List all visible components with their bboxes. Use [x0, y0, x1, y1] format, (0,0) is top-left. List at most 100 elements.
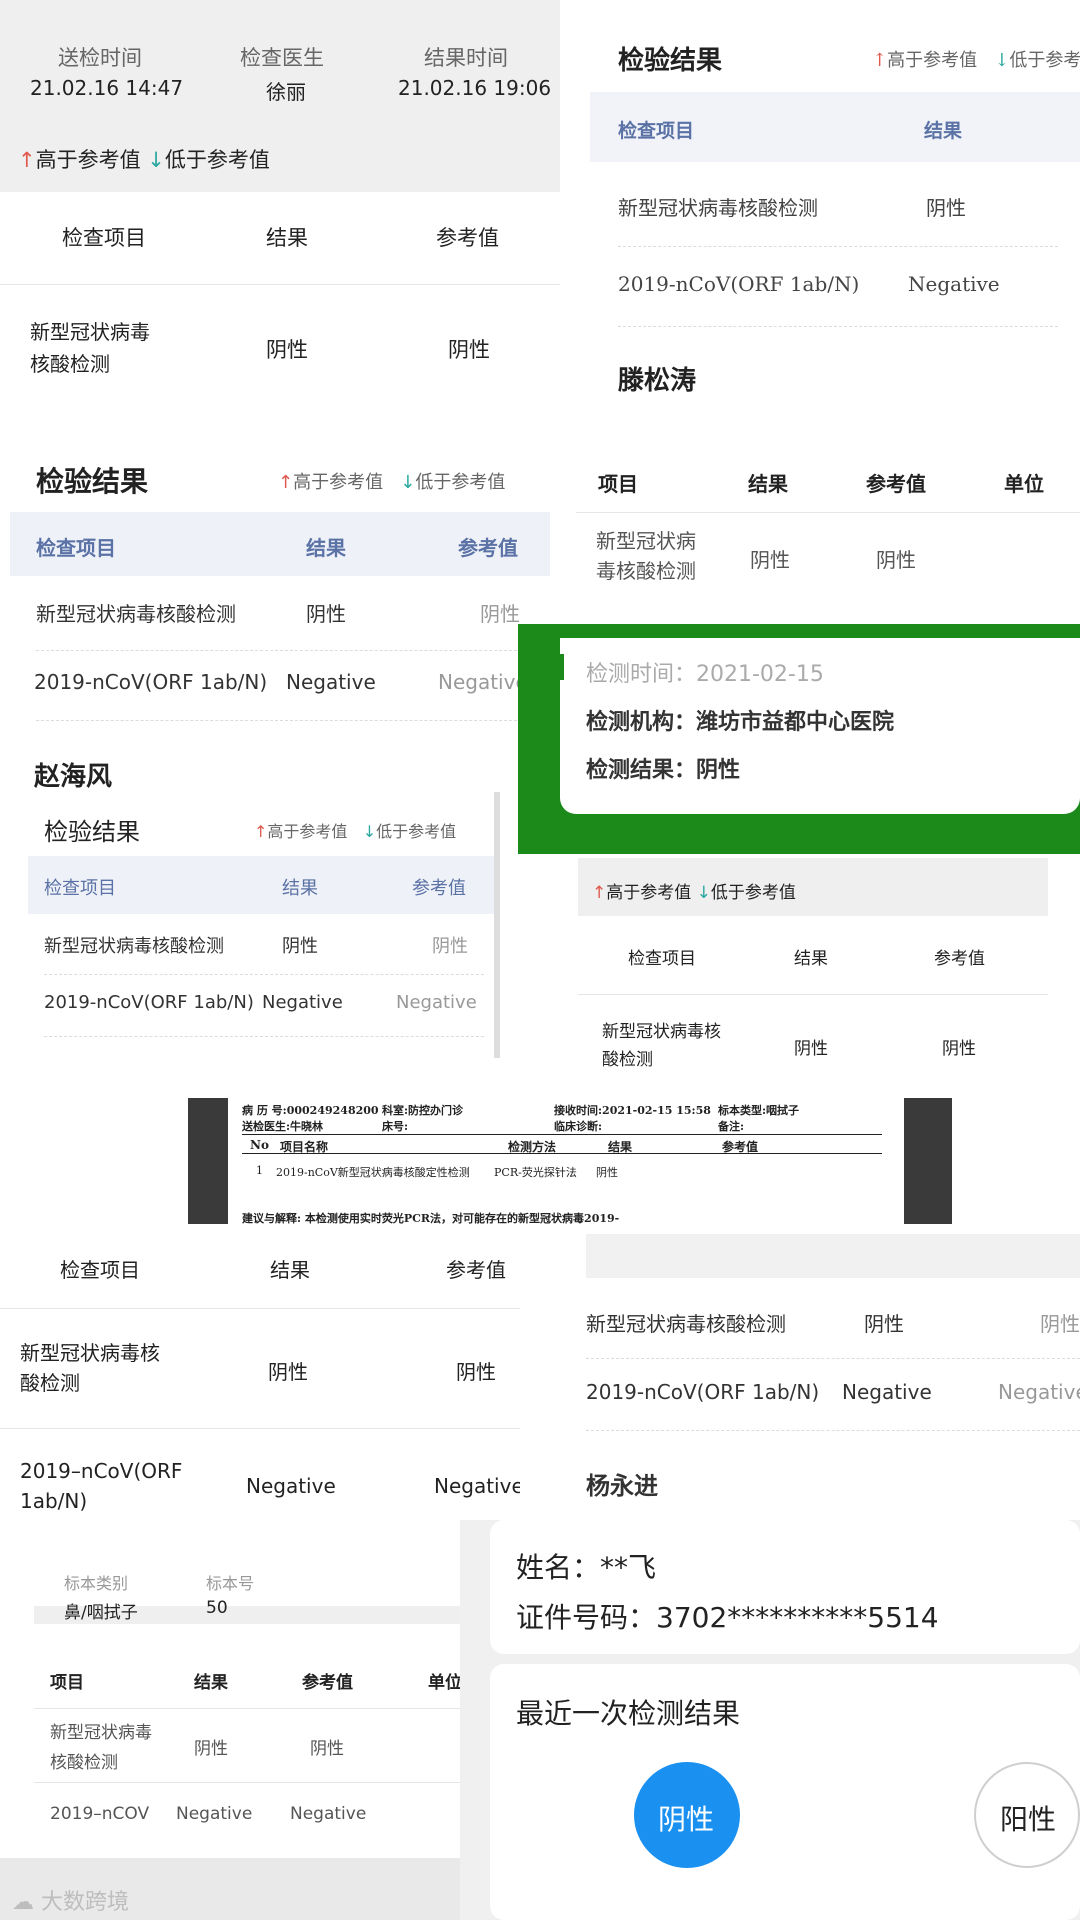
header-ref: 参考值 [302, 1673, 353, 1693]
header-result: 结果 [748, 472, 788, 496]
table-rule-top [242, 1134, 882, 1135]
row2-item: 2019-nCoV(ORF 1ab/N) [34, 670, 268, 694]
header-item: 项目 [598, 472, 638, 496]
patient-name: 赵海风 [34, 762, 113, 790]
divider [0, 1428, 520, 1429]
header-result: 结果 [282, 878, 318, 899]
row-divider [618, 246, 1058, 247]
row-ref: 阴性 [448, 338, 490, 362]
legend-down-label: 低于参考值 [376, 822, 457, 841]
patient-name: 杨永进 [586, 1472, 658, 1500]
test-date: 检测时间：2021-02-15 [586, 662, 824, 687]
header-result: 结果 [924, 120, 963, 142]
down-arrow-icon: ↓ [362, 822, 377, 841]
header-item: 检查项目 [628, 949, 696, 969]
row-ref: 阴性 [942, 1039, 976, 1059]
row1-item: 新型冠状病毒 核酸检测 [50, 1723, 152, 1773]
down-arrow-icon: ↓ [147, 148, 165, 172]
row-divider [44, 974, 484, 975]
row-divider [36, 720, 532, 721]
report-panel-a: 送检时间 21.02.16 14:47 检查医生 徐丽 结果时间 21.02.1… [0, 0, 560, 440]
sample-category-value: 鼻/咽拭子 [64, 1603, 138, 1623]
legend-down-label: 低于参考值 [415, 472, 506, 493]
row-result: 阴性 [794, 1039, 828, 1059]
row2-result: Negative [262, 992, 343, 1013]
report-panel-f: 检验结果 ↑高于参考值 ↓低于参考值 检查项目 结果 参考值 新型冠状病毒核酸检… [14, 792, 500, 1058]
row1-result: 阴性 [926, 196, 966, 220]
legend-up-label: 高于参考值 [606, 883, 692, 903]
legend-down-label: 低于参考值 [710, 883, 796, 903]
row1-item: 新型冠状病毒核酸检测 [44, 936, 224, 957]
header-ref: 参考值 [436, 226, 499, 250]
row2-item: 2019-nCoV(ORF 1ab/N) [618, 272, 860, 296]
divider [576, 512, 1080, 513]
row2-item: 2019-nCoV(ORF 1ab/N) [586, 1380, 820, 1404]
header-item: 检查项目 [62, 226, 146, 250]
row-item: 新型冠状病 毒核酸检测 [596, 529, 696, 583]
report-panel-h: 病 历 号:000249248200 科室:防控办门诊 接收时间:2021-02… [188, 1098, 952, 1224]
row1-result: 阴性 [194, 1739, 228, 1759]
sample-no-value: 50 [206, 1598, 228, 1618]
report-panel-g: ↑高于参考值 ↓低于参考值 检查项目 结果 参考值 新型冠状病毒核 酸检测 阴性… [578, 858, 1048, 1098]
row1-ref: 阴性 [1040, 1312, 1080, 1336]
remark: 备注: [718, 1120, 745, 1133]
header-ref: 参考值 [934, 949, 985, 969]
divider [578, 994, 1048, 995]
header-ref: 参考值 [866, 472, 926, 496]
row-name: 2019-nCoV新型冠状病毒核酸定性检测 [276, 1166, 470, 1179]
result-time-value: 21.02.16 19:06 [398, 76, 552, 100]
watermark-text: 大数跨境 [41, 1890, 130, 1915]
patient-name: 滕松涛 [618, 366, 697, 395]
header-result: 结果 [306, 536, 346, 560]
row-ref: 阴性 [876, 548, 916, 572]
row-divider [36, 650, 532, 651]
panel-title: 检验结果 [36, 465, 149, 498]
row2-ref: Negative [434, 1474, 520, 1498]
negative-label: 阴性 [658, 1803, 715, 1836]
header-result: 结果 [794, 949, 828, 969]
header-item: 检查项目 [44, 878, 116, 899]
row2-ref: Negative [438, 670, 528, 694]
row2-ref: Negative [290, 1804, 367, 1824]
report-panel-l: 姓名：**飞 证件号码：3702**********5514 最近一次检测结果 … [460, 1520, 1080, 1920]
positive-label: 阳性 [1000, 1803, 1057, 1836]
report-panel-i: 检查项目 结果 参考值 新型冠状病毒核 酸检测 阴性 阴性 2019–nCoV(… [0, 1234, 520, 1546]
result-time-label: 结果时间 [424, 46, 508, 70]
advice: 建议与解释: 本检测使用实时荧光PCR法，对可能存在的新型冠状病毒2019- [242, 1212, 620, 1224]
head-no: No [250, 1138, 269, 1152]
row1-item: 新型冠状病毒核酸检测 [618, 196, 818, 220]
top-strip [586, 1234, 1080, 1278]
department: 科室:防控办门诊 [382, 1104, 464, 1117]
row1-ref: 阴性 [480, 602, 520, 626]
name-line: 姓名：**飞 [516, 1551, 657, 1584]
up-arrow-icon: ↑ [872, 50, 888, 71]
legend-up-label: 高于参考值 [267, 822, 348, 841]
row-item: 新型冠状病毒 核酸检测 [30, 320, 150, 376]
doctor-label: 检查医生 [240, 46, 324, 70]
doctor-value: 徐丽 [266, 80, 306, 104]
up-arrow-icon: ↑ [18, 148, 36, 172]
header-ref: 参考值 [458, 536, 518, 560]
row2-item: 2019–nCoV(ORF 1ab/N) [20, 1459, 183, 1513]
row-divider [618, 326, 1058, 327]
document-paper: 病 历 号:000249248200 科室:防控办门诊 接收时间:2021-02… [228, 1098, 904, 1224]
header-item: 项目 [50, 1673, 84, 1693]
row1-item: 新型冠状病毒核酸检测 [36, 602, 236, 626]
row-result: 阴性 [750, 548, 790, 572]
diagnosis: 临床诊断: [554, 1120, 603, 1133]
legend-up-label: 高于参考值 [887, 50, 978, 71]
legend: ↑高于参考值 ↓低于参考值 [872, 46, 1080, 72]
row2-result: Negative [246, 1474, 336, 1498]
sample-type: 标本类型:咽拭子 [718, 1104, 800, 1117]
watermark: ☁ 大数跨境 [12, 1884, 129, 1916]
row1-ref: 阴性 [456, 1360, 496, 1384]
header-result: 结果 [266, 226, 308, 250]
row1-item: 新型冠状病毒核酸检测 [586, 1312, 786, 1336]
report-panel-d: 项目 结果 参考值 单位 新型冠状病 毒核酸检测 阴性 阴性 [576, 440, 1080, 610]
row-no: 1 [256, 1164, 263, 1177]
row1-ref: 阴性 [310, 1739, 344, 1759]
send-time-label: 送检时间 [58, 46, 142, 70]
header-result: 结果 [194, 1673, 228, 1693]
down-arrow-icon: ↓ [400, 472, 416, 493]
row-result: 阴性 [596, 1166, 618, 1179]
